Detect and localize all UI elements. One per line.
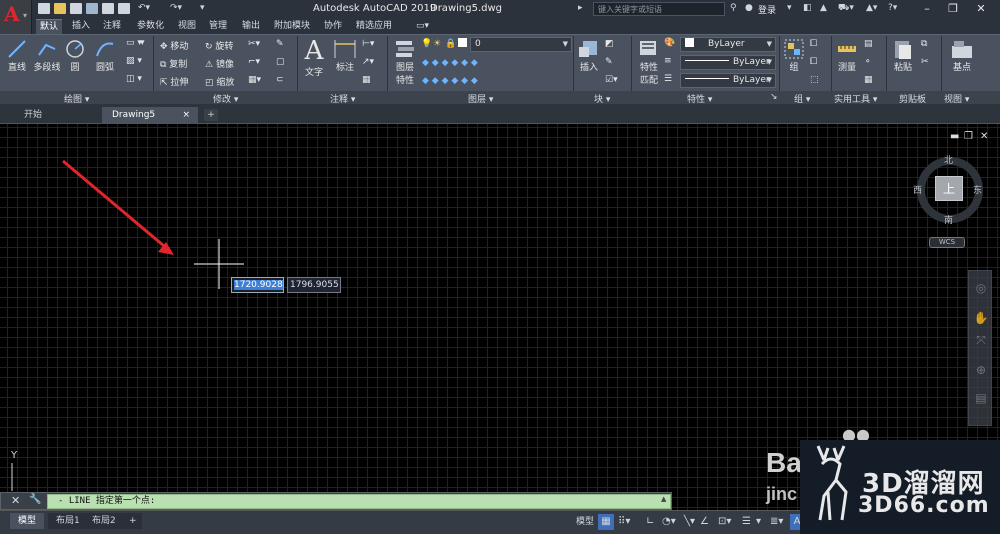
compass-south[interactable]: 南 xyxy=(944,213,953,226)
orbit-icon[interactable]: ⊕ xyxy=(973,363,989,377)
command-line-bar: ✕ 🔧 - LINE 指定第一个点: ▲ xyxy=(0,492,672,510)
baidu-watermark-2: jinc xyxy=(766,484,798,504)
3d66-brand-url: 3D66.com xyxy=(858,493,990,518)
selection-cycling-icon[interactable]: ≣▾ xyxy=(770,514,783,530)
compass-west[interactable]: 西 xyxy=(913,183,922,196)
ucs-y-label: Y xyxy=(11,450,18,461)
baidu-watermark: Ba xyxy=(766,447,802,478)
deer-logo-icon xyxy=(816,445,848,521)
showmotion-icon[interactable]: ▤ xyxy=(973,391,989,405)
canvas-minimize-button[interactable]: ▬ xyxy=(950,131,959,142)
crosshair-cursor xyxy=(194,239,244,289)
object-snap-icon[interactable]: ⊡▾ xyxy=(718,514,731,530)
command-line-input[interactable]: - LINE 指定第一个点: xyxy=(47,494,671,509)
grid-icon[interactable]: ▦ xyxy=(598,514,614,530)
viewcube-top-face[interactable]: 上 xyxy=(935,176,963,201)
compass-east[interactable]: 东 xyxy=(973,183,982,196)
close-icon[interactable]: ✕ xyxy=(11,494,20,507)
add-layout-button[interactable]: + xyxy=(124,513,142,529)
autocad-window: ↶▾ ↷▾ ▾ Autodesk AutoCAD 2019 Drawing5.d… xyxy=(0,0,1000,534)
command-history-icon[interactable]: ▲ xyxy=(661,495,666,503)
layout-tab-layout1[interactable]: 布局1 xyxy=(48,513,88,529)
model-space-toggle[interactable]: 模型 xyxy=(576,514,598,530)
pan-icon[interactable]: ✋ xyxy=(973,311,989,325)
wcs-menu[interactable]: WCS xyxy=(929,237,965,248)
snap-icon[interactable]: ⠿▾ xyxy=(618,514,630,530)
transparency-icon[interactable]: ▾ xyxy=(756,514,761,530)
navigation-bar: ◎ ✋ ⤧ ⊕ ▤ xyxy=(968,270,992,426)
polar-icon[interactable]: ◔▾ xyxy=(662,514,676,530)
red-arrow-annotation xyxy=(62,159,174,255)
zoom-icon[interactable]: ⤧ xyxy=(973,333,989,348)
lineweight-toggle-icon[interactable]: ☰ xyxy=(742,514,751,530)
wrench-icon[interactable]: 🔧 xyxy=(29,494,41,505)
object-snap-tracking-icon[interactable]: ∠ xyxy=(700,514,709,530)
ortho-icon[interactable]: ∟ xyxy=(646,514,654,530)
steering-wheel-icon[interactable]: ◎ xyxy=(973,281,989,295)
canvas-restore-button[interactable]: ❐ xyxy=(964,131,973,142)
isodraft-icon[interactable]: ╲▾ xyxy=(684,514,695,530)
compass-north[interactable]: 北 xyxy=(944,153,953,166)
layout-tab-model[interactable]: 模型 xyxy=(10,513,45,529)
layout-tab-layout2[interactable]: 布局2 xyxy=(84,513,124,529)
canvas-close-button[interactable]: ✕ xyxy=(980,131,988,142)
